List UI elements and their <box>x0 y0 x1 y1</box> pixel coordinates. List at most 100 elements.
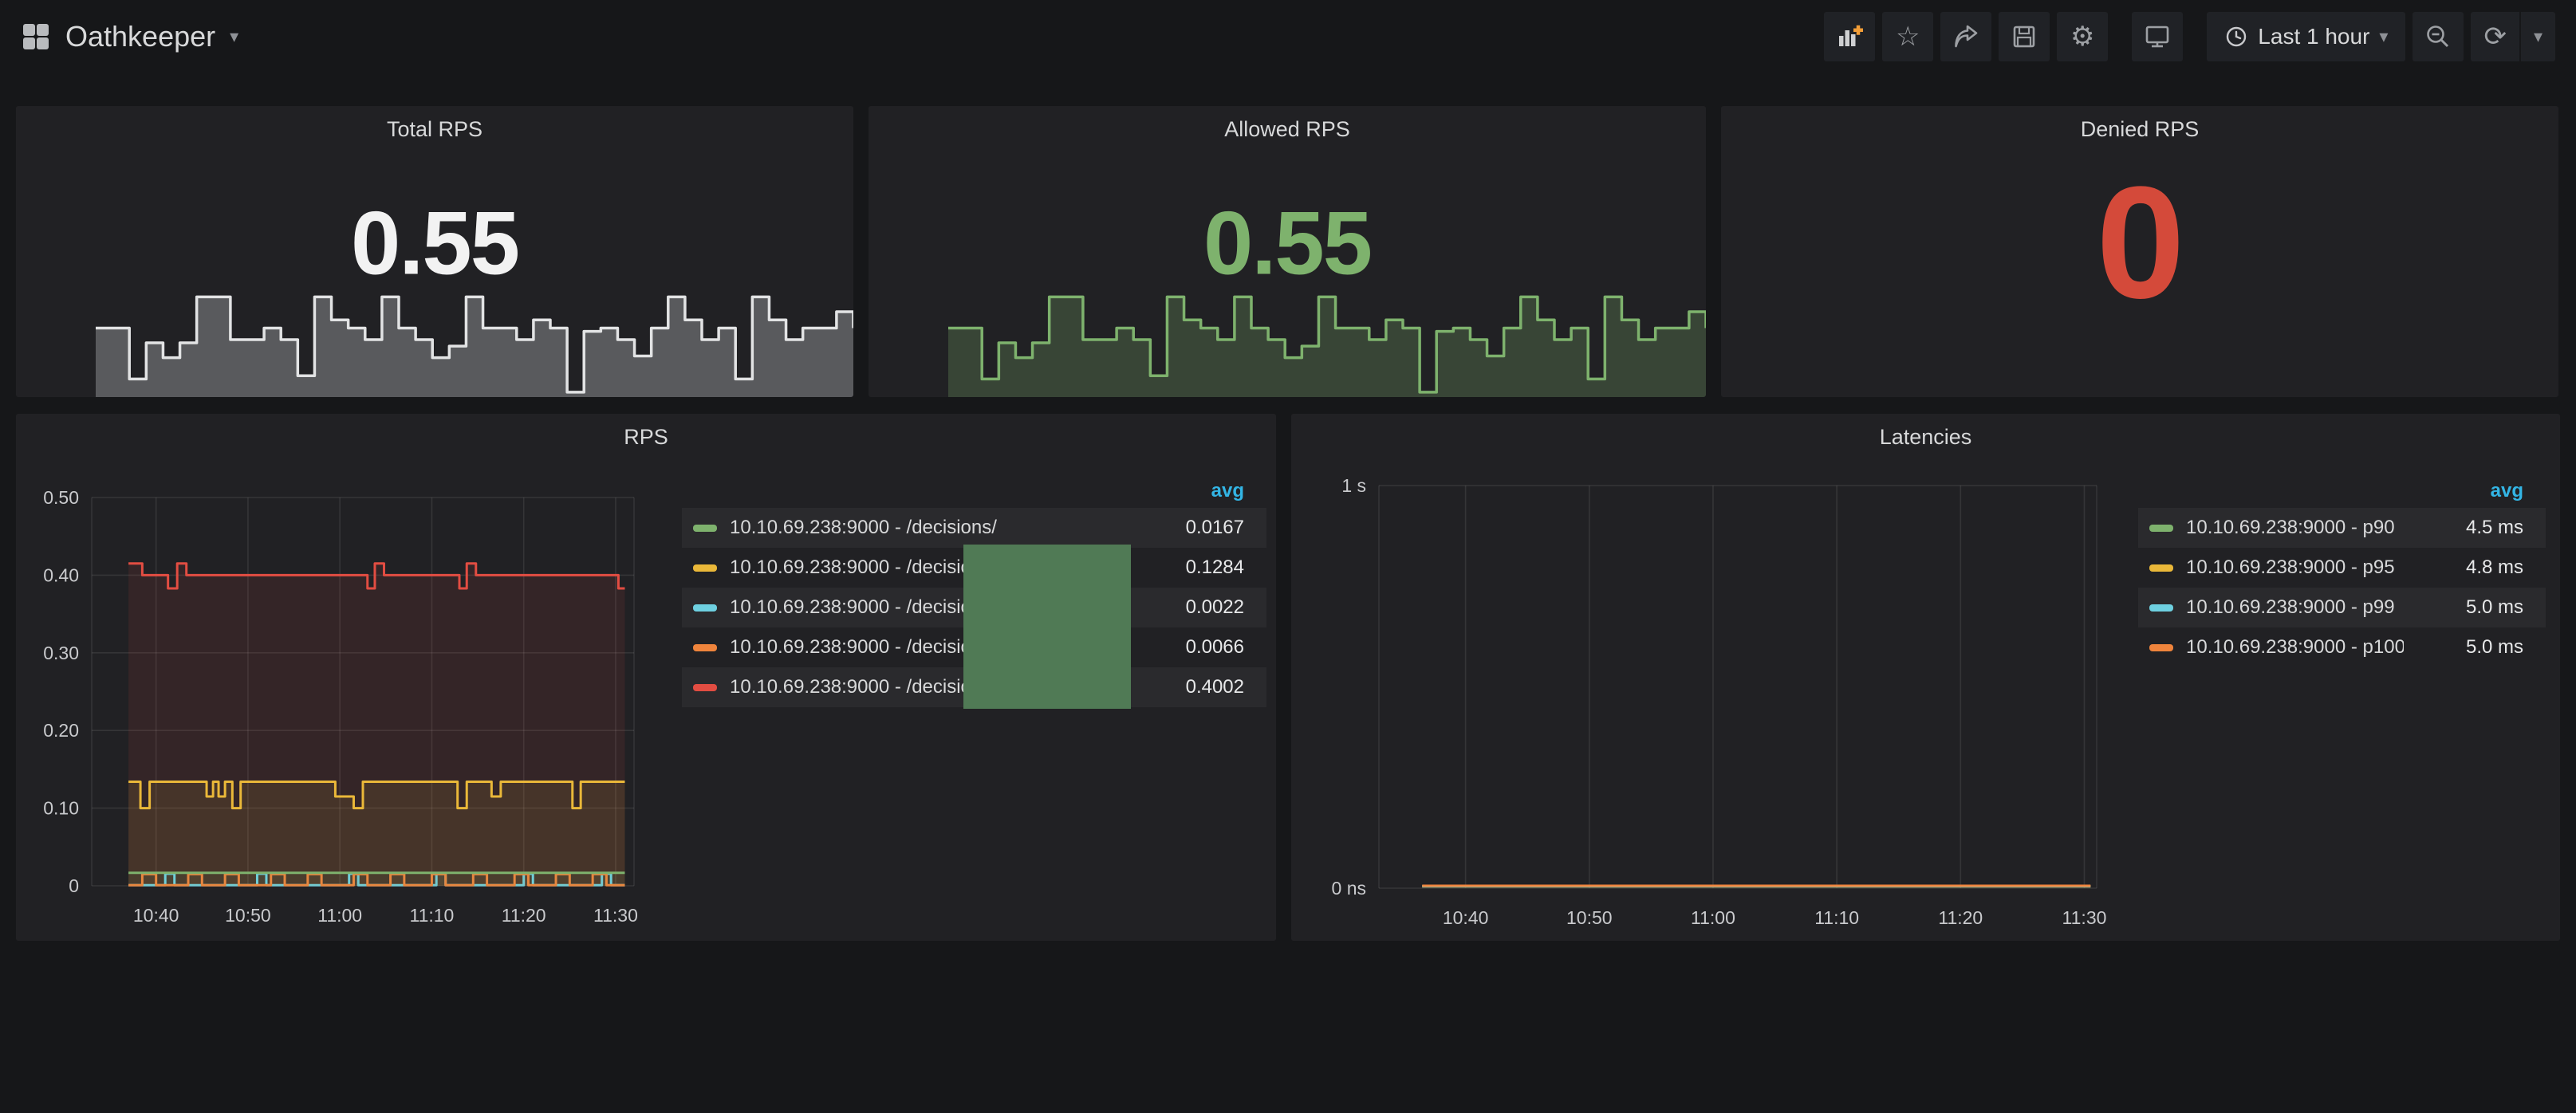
panel-allowed-rps: Allowed RPS 0.55 <box>869 106 1706 397</box>
sparkline-area <box>948 297 1706 397</box>
panel-title[interactable]: Denied RPS <box>1721 117 2558 142</box>
panel-total-rps: Total RPS 0.55 <box>16 106 853 397</box>
series-color-swatch <box>693 525 717 532</box>
favorite-button[interactable]: ☆ <box>1882 12 1933 61</box>
x-axis-tick-label: 10:50 <box>225 905 271 926</box>
legend-row[interactable]: 10.10.69.238:9000 - /decisions/0.0167 <box>682 508 1266 548</box>
series-color-swatch <box>693 644 717 651</box>
add-panel-button[interactable] <box>1824 12 1875 61</box>
x-axis-tick-label: 11:10 <box>410 905 455 926</box>
y-axis-tick-label: 0.10 <box>43 798 79 819</box>
add-panel-icon <box>1835 22 1864 51</box>
dashboard-grid-icon <box>21 22 51 52</box>
series-avg-value: 5.0 ms <box>2404 636 2523 659</box>
clock-icon <box>2224 25 2248 49</box>
dashboard-title-picker[interactable]: Oathkeeper ▾ <box>21 20 238 53</box>
refresh-button-group: ⟳ ▾ <box>2471 12 2555 61</box>
series-name[interactable]: 10.10.69.238:9000 - p90 <box>2186 517 2404 539</box>
y-axis-tick-label: 0.50 <box>43 487 79 508</box>
zoom-out-button[interactable] <box>2413 12 2464 61</box>
cycle-view-button[interactable] <box>2132 12 2183 61</box>
stat-value: 0.55 <box>16 191 853 294</box>
legend-row[interactable]: 10.10.69.238:9000 - p995.0 ms <box>2138 588 2546 627</box>
series-avg-value: 4.8 ms <box>2404 556 2523 579</box>
y-axis-tick-label: 0 <box>69 875 79 896</box>
y-axis-tick-label: 0.30 <box>43 643 79 663</box>
legend-row[interactable]: 10.10.69.238:9000 - p1005.0 ms <box>2138 627 2546 667</box>
panel-title[interactable]: Allowed RPS <box>869 117 1706 142</box>
y-axis-tick-label: 0.40 <box>43 564 79 585</box>
x-axis-tick-label: 11:30 <box>593 905 638 926</box>
gear-icon: ⚙ <box>2070 23 2094 50</box>
toolbar: ☆ ⚙ <box>1817 12 2555 61</box>
x-axis-tick-label: 10:40 <box>1443 907 1489 928</box>
series-avg-value: 0.1284 <box>1125 556 1244 579</box>
panel-latencies-graph: Latencies 0 ns 1 s 10:40 10:50 11:00 11:10 11:… <box>1291 414 2560 941</box>
sparkline-area <box>96 297 853 397</box>
time-range-picker[interactable]: Last 1 hour ▾ <box>2207 12 2405 61</box>
panel-title[interactable]: Total RPS <box>16 117 853 142</box>
refresh-interval-dropdown[interactable]: ▾ <box>2519 12 2555 61</box>
series-avg-value: 0.4002 <box>1125 676 1244 698</box>
refresh-button[interactable]: ⟳ <box>2471 12 2519 61</box>
series-area-green <box>128 873 624 886</box>
dashboard-title: Oathkeeper <box>65 20 215 53</box>
total-rps-sparkline <box>96 285 853 397</box>
series-color-swatch <box>693 684 717 691</box>
x-axis-tick-label: 11:10 <box>1814 907 1859 928</box>
series-avg-value: 4.5 ms <box>2404 517 2523 539</box>
refresh-icon: ⟳ <box>2483 23 2507 50</box>
time-range-label: Last 1 hour <box>2258 24 2369 49</box>
series-area-yellow <box>128 781 624 886</box>
legend-avg-header[interactable]: avg <box>682 474 1266 508</box>
zoom-out-icon <box>2424 22 2452 51</box>
series-color-swatch <box>693 604 717 612</box>
series-color-swatch <box>2149 525 2173 532</box>
panel-denied-rps: Denied RPS 0 <box>1721 106 2558 397</box>
series-name[interactable]: 10.10.69.238:9000 - p100 <box>2186 636 2404 659</box>
series-color-swatch <box>2149 604 2173 612</box>
x-axis-tick-label: 10:40 <box>133 905 179 926</box>
stat-value: 0 <box>1721 151 2558 335</box>
x-axis-tick-label: 11:00 <box>1691 907 1735 928</box>
x-axis-tick-label: 11:30 <box>2062 907 2107 928</box>
series-color-swatch <box>2149 644 2173 651</box>
series-avg-value: 5.0 ms <box>2404 596 2523 619</box>
series-color-swatch <box>693 564 717 572</box>
green-overlay-artifact <box>963 545 1131 709</box>
monitor-icon <box>2143 22 2172 51</box>
stat-value: 0.55 <box>869 191 1706 294</box>
settings-button[interactable]: ⚙ <box>2057 12 2108 61</box>
series-name[interactable]: 10.10.69.238:9000 - /decisions/ <box>730 517 1125 539</box>
chevron-down-icon: ▾ <box>2534 28 2543 45</box>
panel-title[interactable]: RPS <box>16 425 1276 450</box>
series-name[interactable]: 10.10.69.238:9000 - p99 <box>2186 596 2404 619</box>
x-axis-tick-label: 11:20 <box>1938 907 1983 928</box>
panel-title[interactable]: Latencies <box>1291 425 2560 450</box>
series-color-swatch <box>2149 564 2173 572</box>
y-axis-tick-label: 0.20 <box>43 720 79 741</box>
legend-avg-header[interactable]: avg <box>2138 474 2546 508</box>
navbar: Oathkeeper ▾ ☆ <box>0 0 2576 73</box>
y-axis-tick-label: 0 ns <box>1332 878 1366 899</box>
legend-row[interactable]: 10.10.69.238:9000 - p904.5 ms <box>2138 508 2546 548</box>
chevron-down-icon: ▾ <box>2379 28 2388 45</box>
x-axis-tick-label: 10:50 <box>1566 907 1613 928</box>
x-axis-tick-label: 11:00 <box>317 905 362 926</box>
series-avg-value: 0.0022 <box>1125 596 1244 619</box>
star-icon: ☆ <box>1896 23 1920 50</box>
share-button[interactable] <box>1940 12 1991 61</box>
save-button[interactable] <box>1999 12 2050 61</box>
latencies-legend: avg10.10.69.238:9000 - p904.5 ms10.10.69… <box>2138 474 2546 667</box>
series-avg-value: 0.0066 <box>1125 636 1244 659</box>
allowed-rps-sparkline <box>948 285 1706 397</box>
x-axis-tick-label: 11:20 <box>502 905 546 926</box>
save-icon <box>2010 22 2038 51</box>
series-name[interactable]: 10.10.69.238:9000 - p95 <box>2186 556 2404 579</box>
series-avg-value: 0.0167 <box>1125 517 1244 539</box>
y-axis-tick-label: 1 s <box>1341 475 1366 496</box>
share-icon <box>1952 22 1980 51</box>
grid-lines: 0 ns 1 s 10:40 10:50 11:00 11:10 11:20 11:30 <box>1332 475 2107 928</box>
chevron-down-icon: ▾ <box>230 28 238 45</box>
legend-row[interactable]: 10.10.69.238:9000 - p954.8 ms <box>2138 548 2546 588</box>
